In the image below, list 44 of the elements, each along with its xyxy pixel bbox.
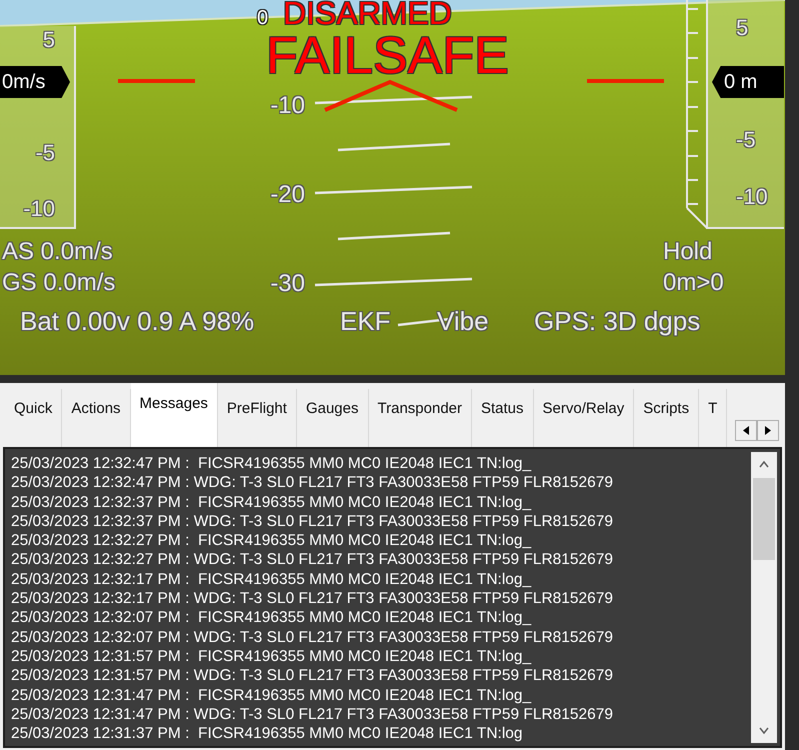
message-line: 25/03/2023 12:32:17 PM : WDG: T-3 SL0 FL217 FT3 FA30033E58 FTP59 FLR8152679: [11, 589, 614, 608]
battery-text: Bat 0.00v 0.9 A 98%: [20, 308, 254, 334]
speed-tape-label: 5: [42, 29, 55, 51]
tab[interactable]: Messages: [130, 383, 218, 447]
gps-status-text: GPS: 3D dgps: [534, 308, 700, 334]
waypoint-text: 0m>0: [663, 271, 724, 295]
scrollbar-thumb[interactable]: [753, 478, 775, 560]
message-line: 25/03/2023 12:32:47 PM : WDG: T-3 SL0 FL217 FT3 FA30033E58 FTP59 FLR8152679: [11, 473, 614, 493]
message-line: 25/03/2023 12:32:47 PM : FICSR4196355 MM0 MC0 IE2048 IEC1 TN:log_: [11, 454, 532, 474]
scrollbar[interactable]: [751, 452, 777, 743]
right-arrow-icon: [765, 426, 771, 435]
flight-mode-text: Hold: [663, 240, 712, 264]
scroll-up-icon: [759, 460, 769, 468]
ekf-indicator: EKF: [340, 308, 391, 334]
tab-scroll-left-button[interactable]: [735, 420, 757, 441]
message-line: 25/03/2023 12:32:07 PM : WDG: T-3 SL0 FL217 FT3 FA30033E58 FTP59 FLR8152679: [11, 628, 614, 647]
message-line: 25/03/2023 12:31:47 PM : WDG: T-3 SL0 FL217 FT3 FA30033E58 FTP59 FLR8152679: [11, 704, 614, 724]
speed-tape-label: -10: [23, 198, 55, 220]
message-line: 25/03/2023 12:32:37 PM : FICSR4196355 MM0 MC0 IE2048 IEC1 TN:log_: [11, 492, 532, 512]
message-line: 25/03/2023 12:32:27 PM : WDG: T-3 SL0 FL217 FT3 FA30033E58 FTP59 FLR8152679: [11, 550, 614, 570]
airspeed-text: AS 0.0m/s: [2, 240, 113, 264]
left-arrow-icon: [743, 426, 749, 435]
altitude-tape-label: -10: [736, 186, 768, 208]
vibe-indicator: Vibe: [437, 308, 489, 334]
speed-readout: 0m/s: [0, 66, 70, 98]
message-line: 25/03/2023 12:32:07 PM : FICSR4196355 MM0 MC0 IE2048 IEC1 TN:log_: [11, 608, 532, 628]
pitch-label: -30: [270, 272, 305, 296]
speed-tape-label: -5: [35, 142, 55, 164]
message-line: 25/03/2023 12:31:57 PM : FICSR4196355 MM0 MC0 IE2048 IEC1 TN:log_: [11, 646, 532, 666]
message-line: 25/03/2023 12:31:37 PM : FICSR4196355 MM0 MC0 IE2048 IEC1 TN:log: [11, 724, 524, 744]
message-line: 25/03/2023 12:31:57 PM : WDG: T-3 SL0 FL217 FT3 FA30033E58 FTP59 FLR8152679: [11, 666, 614, 686]
message-line: 25/03/2023 12:32:37 PM : WDG: T-3 SL0 FL217 FT3 FA30033E58 FTP59 FLR8152679: [11, 512, 614, 532]
scroll-down-icon: [759, 727, 769, 735]
failsafe-warning: FAILSAFE: [266, 30, 509, 82]
pitch-label: -20: [270, 183, 305, 207]
altitude-readout: 0 m: [712, 66, 784, 98]
pitch-label: -10: [270, 94, 305, 118]
groundspeed-text: GS 0.0m/s: [2, 271, 116, 295]
altitude-tape-label: 5: [736, 17, 748, 39]
message-line: 25/03/2023 12:32:27 PM : FICSR4196355 MM0 MC0 IE2048 IEC1 TN:log_: [11, 531, 532, 550]
message-line: 25/03/2023 12:32:17 PM : FICSR4196355 MM0 MC0 IE2048 IEC1 TN:log_: [11, 570, 532, 590]
tab-scroll-right-button[interactable]: [757, 420, 779, 441]
altitude-tape-label: -5: [736, 129, 756, 151]
message-line: 25/03/2023 12:31:47 PM : FICSR4196355 MM0 MC0 IE2048 IEC1 TN:log_: [11, 686, 532, 705]
